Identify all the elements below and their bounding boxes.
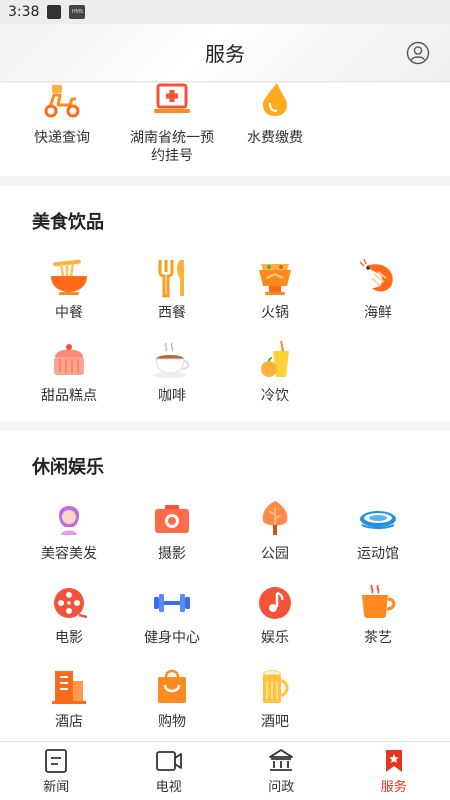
notification-icon	[47, 5, 62, 19]
stadium-icon	[360, 511, 396, 529]
leisure-section: 休闲娱乐 美容美发 摄影 公园 运动馆 电影 健身中心 娱乐 茶艺 酒店 购物 …	[0, 431, 450, 741]
service-express-tracking[interactable]: 快递查询	[10, 83, 114, 147]
leisure-label: 酒吧	[261, 714, 289, 730]
music-note-icon	[259, 587, 291, 619]
leisure-sports-venue[interactable]: 运动馆	[326, 499, 430, 563]
leisure-label: 公园	[261, 546, 289, 562]
hotpot-icon	[259, 264, 291, 295]
food-seafood[interactable]: 海鲜	[326, 258, 430, 322]
food-coffee[interactable]: 咖啡	[120, 341, 224, 405]
service-appointment-registration[interactable]: 湖南省统一预约挂号	[120, 83, 224, 165]
food-dessert[interactable]: 甜品糕点	[17, 341, 121, 405]
shopping-bag-icon	[158, 669, 186, 703]
food-western[interactable]: 西餐	[120, 258, 224, 322]
food-label: 咖啡	[158, 388, 186, 404]
food-label: 海鲜	[364, 305, 392, 321]
scooter-icon	[44, 85, 80, 118]
service-water-payment[interactable]: 水费缴费	[223, 83, 327, 147]
food-label: 火锅	[261, 305, 289, 321]
beauty-hair-icon	[59, 506, 79, 535]
camera-icon	[155, 505, 189, 533]
beer-mug-icon	[262, 670, 289, 703]
service-content: 快递查询 湖南省统一预约挂号 水费缴费 美食饮品 中餐 西餐 火锅 海鲜 甜品糕…	[0, 83, 450, 741]
leisure-beauty[interactable]: 美容美发	[17, 499, 121, 563]
tv-camera-icon	[155, 750, 182, 771]
page-header: 服务	[0, 24, 450, 82]
leisure-label: 运动馆	[357, 546, 399, 562]
food-section: 美食饮品 中餐 西餐 火锅 海鲜 甜品糕点 咖啡 冷饮	[0, 186, 450, 421]
service-label: 水费缴费	[247, 130, 303, 146]
leisure-movie[interactable]: 电影	[17, 583, 121, 647]
hotel-building-icon	[52, 671, 86, 704]
tree-icon	[262, 501, 288, 535]
leisure-label: 电影	[55, 630, 83, 646]
food-label: 甜品糕点	[41, 388, 97, 404]
leisure-tea-art[interactable]: 茶艺	[326, 583, 430, 647]
tab-news[interactable]: 新闻	[0, 742, 113, 800]
leisure-label: 茶艺	[364, 630, 392, 646]
news-icon	[45, 748, 68, 773]
tab-label: 新闻	[43, 779, 70, 795]
leisure-label: 酒店	[55, 714, 83, 730]
leisure-label: 健身中心	[144, 630, 200, 646]
status-time: 3:38	[8, 4, 40, 20]
food-hotpot[interactable]: 火锅	[223, 258, 327, 322]
profile-icon[interactable]	[406, 41, 430, 65]
coffee-cup-icon	[154, 342, 190, 378]
leisure-fitness[interactable]: 健身中心	[120, 583, 224, 647]
tab-label: 电视	[155, 779, 182, 795]
shrimp-icon	[359, 258, 393, 292]
tab-politics[interactable]: 问政	[225, 742, 338, 800]
section-title-leisure: 休闲娱乐	[32, 457, 104, 478]
food-chinese[interactable]: 中餐	[17, 258, 121, 322]
food-label: 冷饮	[261, 388, 289, 404]
leisure-entertainment[interactable]: 娱乐	[223, 583, 327, 647]
dumbbell-icon	[154, 594, 190, 612]
tab-label: 服务	[380, 779, 407, 795]
bottom-tab-bar: 新闻 电视 问政 服务	[0, 741, 450, 800]
food-label: 西餐	[158, 305, 186, 321]
leisure-hotel[interactable]: 酒店	[17, 667, 121, 731]
film-reel-icon	[54, 588, 88, 619]
leisure-label: 美容美发	[41, 546, 97, 562]
food-label: 中餐	[55, 305, 83, 321]
tab-service[interactable]: 服务	[338, 742, 450, 800]
leisure-shopping[interactable]: 购物	[120, 667, 224, 731]
hospital-laptop-icon	[154, 83, 190, 113]
cold-drink-icon	[261, 341, 289, 377]
tab-tv[interactable]: 电视	[113, 742, 226, 800]
status-bar: 3:38 HMS	[0, 0, 450, 24]
leisure-label: 娱乐	[261, 630, 289, 646]
cake-icon	[54, 344, 84, 375]
service-label: 湖南省统一预约挂号	[130, 130, 214, 164]
leisure-label: 购物	[158, 714, 186, 730]
fork-knife-icon	[158, 260, 184, 298]
top-services-card: 快递查询 湖南省统一预约挂号 水费缴费	[0, 83, 450, 176]
food-cold-drink[interactable]: 冷饮	[223, 341, 327, 405]
leisure-photography[interactable]: 摄影	[120, 499, 224, 563]
service-label: 快递查询	[34, 130, 90, 146]
water-drop-icon	[263, 83, 287, 116]
noodle-bowl-icon	[51, 259, 87, 295]
section-title-food: 美食饮品	[32, 212, 104, 233]
government-building-icon	[269, 748, 294, 771]
tea-cup-icon	[362, 584, 396, 618]
page-title: 服务	[205, 42, 245, 66]
service-flag-icon	[385, 749, 402, 772]
leisure-park[interactable]: 公园	[223, 499, 327, 563]
leisure-bar[interactable]: 酒吧	[223, 667, 327, 731]
leisure-label: 摄影	[158, 546, 186, 562]
hms-icon: HMS	[69, 5, 86, 19]
tab-label: 问政	[268, 779, 295, 795]
